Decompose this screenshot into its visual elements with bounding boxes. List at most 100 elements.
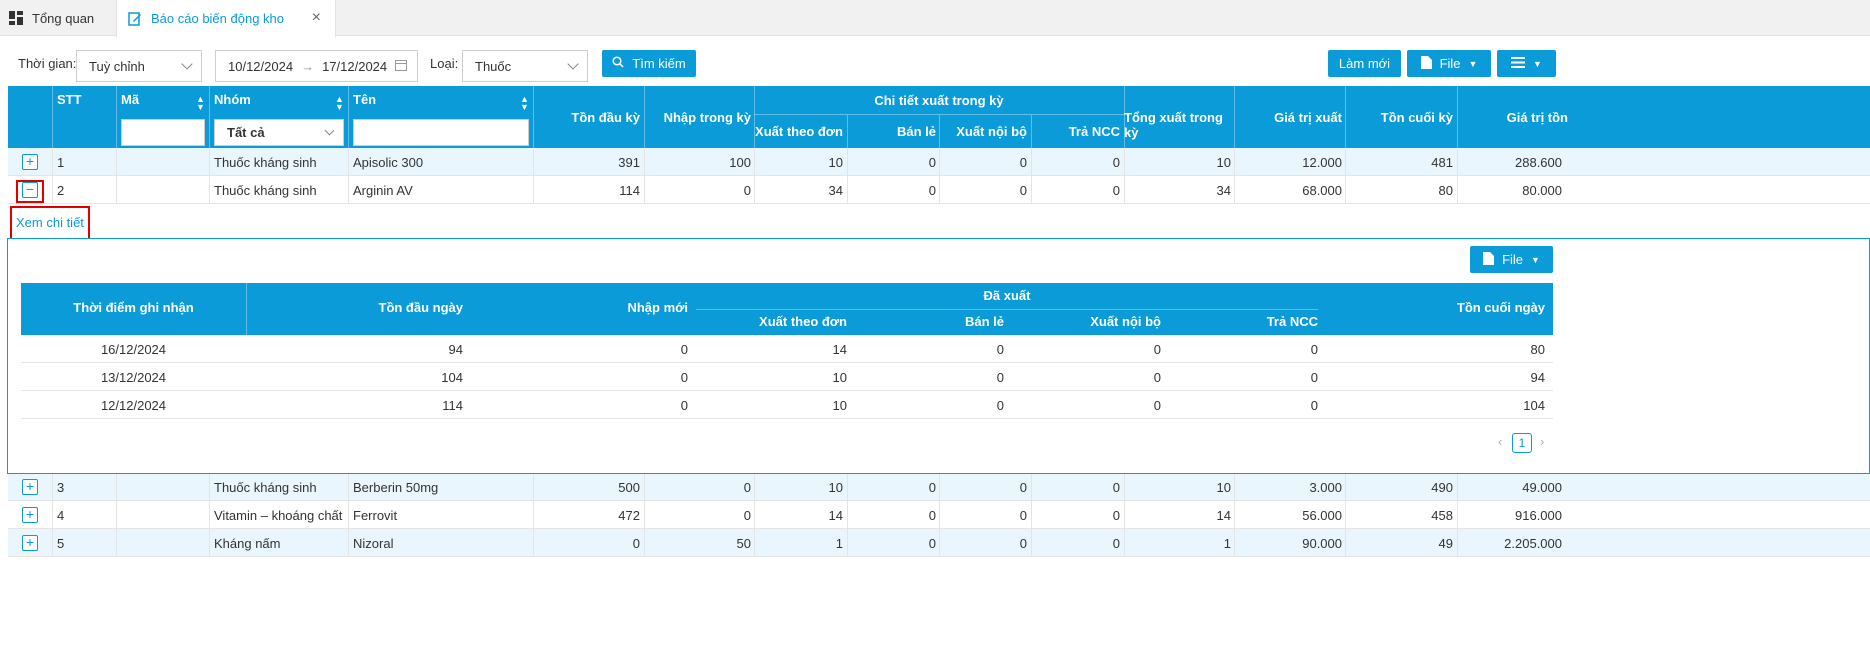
refresh-button[interactable]: Làm mới (1328, 50, 1401, 77)
cell-gia_tri_xuat: 12.000 (1302, 154, 1342, 170)
col-stt[interactable]: STT (57, 92, 82, 107)
col-nhap: Nhập trong kỳ (663, 110, 751, 125)
group-filter-select[interactable]: Tất cả (214, 119, 344, 146)
tab-report[interactable]: Báo cáo biến động kho × (116, 0, 336, 37)
cell-gia_tri_xuat: 56.000 (1302, 507, 1342, 523)
cell-ton_dau: 472 (618, 507, 640, 523)
cell-ten: Nizoral (353, 535, 394, 551)
cell-tong_xuat: 14 (1216, 507, 1231, 523)
col-ton-dau-ngay: Tồn đầu ngày (378, 300, 464, 315)
caret-down-icon: ▼ (1531, 254, 1540, 265)
table-row[interactable]: +4 Vitamin – khoáng chất Ferrovit 472 0 14 0 0 0… (8, 501, 1870, 529)
list-icon (1511, 56, 1526, 71)
chevron-down-icon (567, 58, 579, 70)
col-xuat-don: Xuất theo đơn (755, 124, 843, 139)
detail-cell-ton_cuoi: 94 (1530, 369, 1545, 385)
prev-page-icon[interactable]: ‹ (1498, 434, 1502, 449)
search-icon (612, 56, 624, 71)
cell-gia_tri_xuat: 3.000 (1309, 479, 1342, 495)
cell-nhom: Kháng nấm (214, 535, 281, 551)
column-toggle-button[interactable]: ▼ (1497, 50, 1556, 77)
file-icon (1420, 55, 1432, 72)
type-select-value: Thuốc (475, 58, 512, 74)
table-row[interactable]: +1 Thuốc kháng sinh Apisolic 300 391 100 10 0 0… (8, 148, 1870, 176)
cell-stt: 5 (57, 535, 65, 551)
expand-row-icon[interactable]: + (22, 507, 38, 523)
file-icon (1483, 251, 1495, 268)
file-export-button[interactable]: File ▼ (1407, 50, 1491, 77)
cell-ma (116, 501, 209, 529)
detail-file-button[interactable]: File ▼ (1470, 246, 1553, 273)
cell-xuat_don: 1 (835, 535, 843, 551)
tab-overview-label: Tổng quan (32, 10, 95, 26)
page-number-button[interactable]: 1 (1512, 433, 1532, 453)
cell-xuat_noi_bo: 0 (1019, 535, 1027, 551)
cell-nhom: Thuốc kháng sinh (214, 182, 317, 198)
expand-row-icon[interactable]: + (22, 535, 38, 551)
cell-ma (116, 148, 209, 176)
detail-row: 13/12/2024 104 0 10 0 0 0 94 (21, 363, 1553, 391)
name-filter-input[interactable] (353, 119, 529, 146)
arrow-right-icon: → (301, 58, 315, 74)
date-range-picker[interactable]: 10/12/2024 → 17/12/2024 (215, 50, 418, 82)
col-ten[interactable]: Tên (353, 92, 376, 107)
view-detail-link[interactable]: Xem chi tiết (16, 215, 84, 230)
detail-cell-date: 13/12/2024 (100, 369, 167, 385)
detail-row: 16/12/2024 94 0 14 0 0 0 80 (21, 335, 1553, 363)
detail-table-header: Thời điểm ghi nhận Tồn đầu ngày Nhập mới… (21, 283, 1553, 335)
col-tong-xuat: Tổng xuất trong kỳ (1124, 110, 1223, 140)
time-label: Thời gian: (18, 56, 77, 71)
type-select[interactable]: Thuốc (462, 50, 588, 82)
type-label: Loại: (430, 56, 459, 71)
cell-ton_cuoi: 481 (1431, 154, 1453, 170)
cell-ban_le: 0 (928, 507, 936, 523)
cell-nhap: 0 (743, 507, 751, 523)
col-da-xuat-group: Đã xuất (983, 288, 1031, 303)
time-select[interactable]: Tuỳ chỉnh (76, 50, 202, 82)
cell-nhap: 100 (729, 154, 751, 170)
cell-ten: Arginin AV (353, 182, 413, 198)
detail-cell-xuat_noi_bo: 0 (1153, 397, 1161, 413)
cell-xuat_noi_bo: 0 (1019, 507, 1027, 523)
detail-cell-nhap: 0 (680, 397, 688, 413)
page-number: 1 (1518, 436, 1526, 450)
sort-icon[interactable]: ▲ ▼ (520, 95, 529, 112)
tab-overview[interactable]: Tổng quan (0, 0, 115, 36)
next-page-icon[interactable]: › (1540, 434, 1544, 449)
col-ma[interactable]: Mã (121, 92, 139, 107)
cell-stt: 3 (57, 479, 65, 495)
cell-ma (116, 176, 209, 204)
table-row[interactable]: −2 Thuốc kháng sinh Arginin AV 114 0 34 0 0 0 34 6… (8, 176, 1870, 204)
cell-xuat_noi_bo: 0 (1019, 479, 1027, 495)
detail-file-button-label: File (1502, 252, 1524, 267)
cell-ton_dau: 114 (619, 182, 640, 198)
table-row[interactable]: +3 Thuốc kháng sinh Berberin 50mg 500 0 10 0 0 0… (8, 473, 1870, 501)
sort-icon[interactable]: ▲ ▼ (196, 95, 205, 112)
date-from: 10/12/2024 (228, 58, 294, 74)
sort-icon[interactable]: ▲ ▼ (335, 95, 344, 112)
detail-cell-ton_dau: 94 (448, 341, 463, 357)
highlight-box (16, 180, 44, 203)
cell-tong_xuat: 10 (1216, 154, 1231, 170)
detail-cell-date: 12/12/2024 (100, 397, 167, 413)
col-nhom[interactable]: Nhóm (214, 92, 251, 107)
cell-nhom: Vitamin – khoáng chất (214, 507, 343, 523)
cell-tong_xuat: 10 (1216, 479, 1231, 495)
cell-xuat_don: 34 (828, 182, 843, 198)
search-button[interactable]: Tìm kiếm (602, 50, 696, 77)
table-row[interactable]: +5 Kháng nấm Nizoral 0 50 1 0 0 0 1 90.000 49 2.205.… (8, 529, 1870, 557)
expand-row-icon[interactable]: + (22, 479, 38, 495)
cell-ten: Berberin 50mg (353, 479, 439, 495)
cell-ton_cuoi: 49 (1438, 535, 1453, 551)
cell-gia_tri_ton: 80.000 (1522, 182, 1562, 198)
cell-xuat_don: 14 (828, 507, 843, 523)
cell-ton_dau: 0 (632, 535, 640, 551)
close-icon[interactable]: × (312, 9, 321, 27)
cell-tra_ncc: 0 (1112, 154, 1120, 170)
expand-row-icon[interactable]: + (22, 154, 38, 170)
cell-ton_cuoi: 490 (1431, 479, 1453, 495)
detail-cell-nhap: 0 (680, 341, 688, 357)
ma-filter-input[interactable] (121, 119, 205, 146)
caret-down-icon: ▼ (1468, 58, 1478, 69)
edit-document-icon (127, 11, 143, 27)
